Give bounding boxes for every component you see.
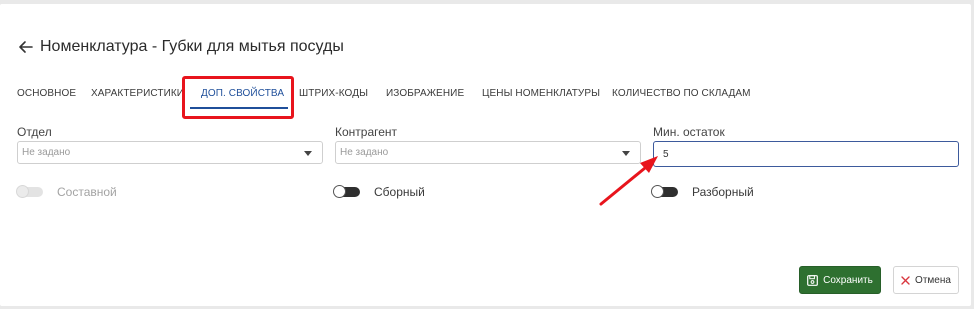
min-stock-label: Мин. остаток: [653, 125, 725, 139]
save-button[interactable]: Сохранить: [799, 266, 881, 294]
toggle-assembled-label: Сборный: [374, 185, 425, 199]
counterparty-label: Контрагент: [335, 125, 398, 139]
close-icon: [901, 275, 910, 285]
department-placeholder: Не задано: [22, 147, 71, 158]
form-card: Номенклатура - Губки для мытья посуды ОС…: [0, 4, 971, 306]
chevron-down-icon: [304, 151, 312, 156]
arrow-left-icon[interactable]: [18, 40, 34, 54]
page-header: Номенклатура - Губки для мытья посуды: [18, 35, 344, 59]
tab-main[interactable]: ОСНОВНОЕ: [17, 88, 76, 99]
department-label: Отдел: [17, 125, 52, 139]
tab-stock-by-warehouse[interactable]: КОЛИЧЕСТВО ПО СКЛАДАМ: [612, 88, 751, 99]
tab-prices[interactable]: ЦЕНЫ НОМЕНКЛАТУРЫ: [482, 88, 600, 99]
cancel-button[interactable]: Отмена: [893, 266, 959, 294]
tab-characteristics[interactable]: ХАРАКТЕРИСТИКИ: [91, 88, 184, 99]
min-stock-input[interactable]: [653, 141, 959, 167]
page-title: Номенклатура - Губки для мытья посуды: [40, 38, 344, 55]
counterparty-placeholder: Не задано: [340, 147, 389, 158]
active-tab-indicator: [190, 107, 288, 109]
toggle-assembled[interactable]: Сборный: [333, 184, 425, 200]
cancel-button-label: Отмена: [915, 274, 951, 286]
toggle-disassembled-label: Разборный: [692, 185, 754, 199]
counterparty-select[interactable]: Не задано: [335, 141, 641, 164]
tab-image[interactable]: ИЗОБРАЖЕНИЕ: [386, 88, 464, 99]
toggle-switch[interactable]: [16, 185, 43, 198]
toggle-switch[interactable]: [651, 185, 678, 198]
department-select[interactable]: Не задано: [17, 141, 323, 164]
toggle-composite-label: Составной: [57, 185, 117, 199]
tab-barcodes[interactable]: ШТРИХ-КОДЫ: [299, 88, 368, 99]
toggle-composite[interactable]: Составной: [16, 184, 117, 200]
floppy-disk-icon: [807, 274, 819, 286]
toggle-switch[interactable]: [333, 185, 360, 198]
chevron-down-icon: [622, 151, 630, 156]
toggle-disassembled[interactable]: Разборный: [651, 184, 754, 200]
tab-extra-properties[interactable]: ДОП. СВОЙСТВА: [201, 88, 284, 99]
save-button-label: Сохранить: [823, 274, 873, 286]
